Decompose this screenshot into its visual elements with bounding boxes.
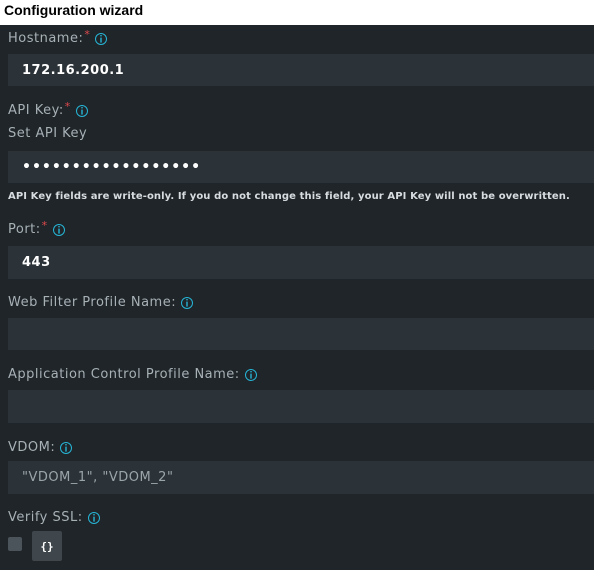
hostname-label-text: Hostname: <box>8 31 84 46</box>
app-control-profile-info-icon[interactable] <box>244 369 257 381</box>
app-control-profile-label: Application Control Profile Name: <box>8 367 257 383</box>
vdom-input[interactable]: "VDOM_1", "VDOM_2" <box>8 461 594 494</box>
port-label: Port: * <box>8 219 65 238</box>
api-key-info-icon[interactable] <box>75 105 88 117</box>
port-required-mark: * <box>41 219 48 232</box>
app-control-profile-label-text: Application Control Profile Name: <box>8 367 240 382</box>
vdom-label-text: VDOM: <box>8 440 56 455</box>
web-filter-profile-input[interactable] <box>8 318 594 350</box>
wizard-title: Configuration wizard <box>4 2 144 18</box>
hostname-required-mark: * <box>84 28 91 41</box>
api-key-required-mark: * <box>64 100 71 113</box>
verify-ssl-checkbox[interactable] <box>8 537 22 551</box>
port-label-text: Port: <box>8 222 41 237</box>
web-filter-profile-label: Web Filter Profile Name: <box>8 295 194 311</box>
web-filter-profile-info-icon[interactable] <box>181 297 194 309</box>
hostname-label: Hostname: * <box>8 28 108 47</box>
api-key-input[interactable]: •••••••••••••••••• <box>8 151 594 183</box>
web-filter-profile-label-text: Web Filter Profile Name: <box>8 295 177 310</box>
verify-ssl-label-text: Verify SSL: <box>8 510 83 525</box>
vdom-label: VDOM: <box>8 440 73 456</box>
vdom-info-icon[interactable] <box>60 442 73 454</box>
api-key-sublabel: Set API Key <box>8 126 88 141</box>
port-input[interactable]: 443 <box>8 246 594 279</box>
configuration-form: Hostname: * 172.16.200.1 API Key: * Set … <box>0 25 594 570</box>
api-key-label-text: API Key: <box>8 103 64 118</box>
hostname-info-icon[interactable] <box>95 33 108 45</box>
app-control-profile-input[interactable] <box>8 390 594 423</box>
verify-ssl-braces-button[interactable]: {} <box>32 531 62 561</box>
hostname-input[interactable]: 172.16.200.1 <box>8 54 594 86</box>
api-key-label: API Key: * <box>8 100 88 119</box>
port-info-icon[interactable] <box>52 224 65 236</box>
api-key-help-text: API Key fields are write-only. If you do… <box>8 191 570 202</box>
verify-ssl-info-icon[interactable] <box>87 512 100 524</box>
verify-ssl-label: Verify SSL: <box>8 510 100 526</box>
